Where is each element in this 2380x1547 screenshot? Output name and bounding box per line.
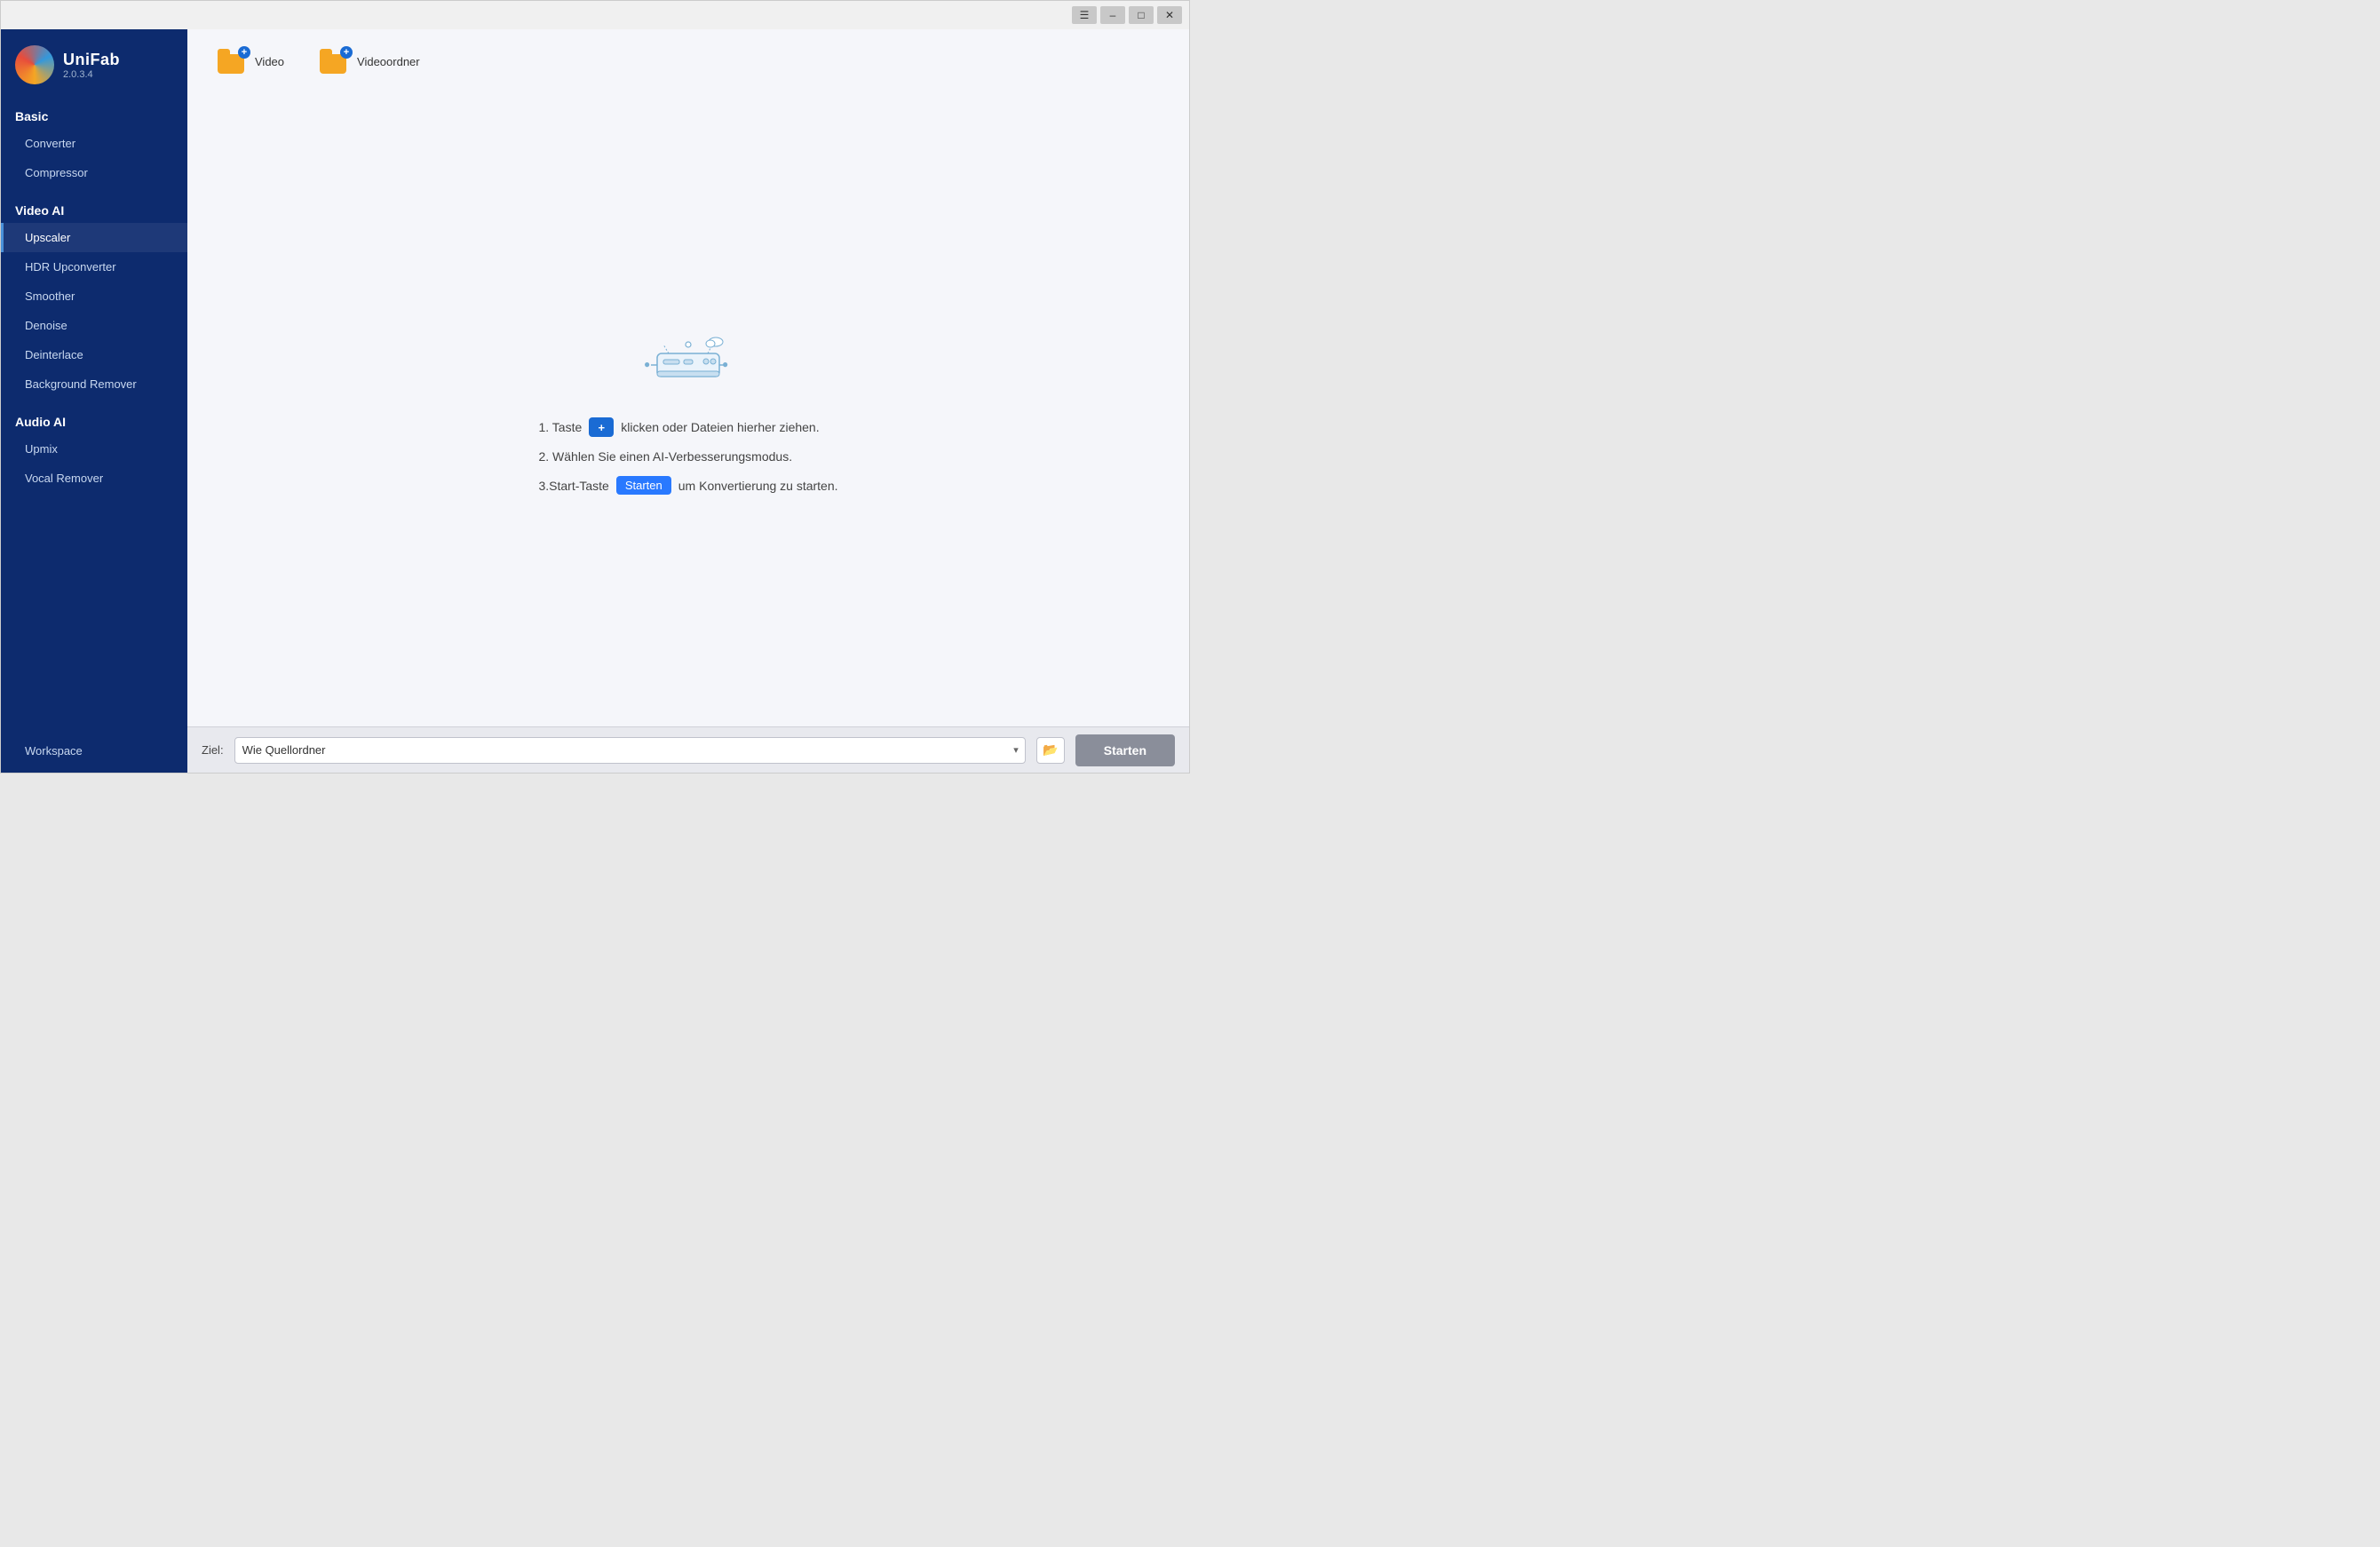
- app-logo: UniFab 2.0.3.4: [1, 29, 187, 100]
- folder-open-icon: 📂: [1043, 742, 1058, 758]
- section-basic: Basic: [1, 100, 187, 129]
- open-folder-button[interactable]: 📂: [1036, 737, 1065, 764]
- logo-icon: [15, 45, 54, 84]
- instruction-step2: 2. Wählen Sie einen AI-Verbesserungsmodu…: [538, 449, 837, 464]
- add-video-button[interactable]: + Video: [205, 42, 297, 81]
- start-badge: Starten: [616, 476, 671, 495]
- sidebar-item-deinterlace[interactable]: Deinterlace: [1, 340, 187, 369]
- svg-text:●: ●: [722, 358, 728, 370]
- sidebar-item-workspace[interactable]: Workspace: [1, 736, 187, 766]
- add-video-label: Video: [255, 55, 284, 68]
- instruction-step3: 3.Start-Taste Starten um Konvertierung z…: [538, 476, 837, 495]
- instructions: 1. Taste + klicken oder Dateien hierher …: [538, 417, 837, 495]
- sidebar: UniFab 2.0.3.4 Basic Converter Compresso…: [1, 29, 187, 773]
- section-video-ai: Video AI: [1, 194, 187, 223]
- close-button[interactable]: ✕: [1157, 6, 1182, 24]
- sidebar-item-hdr-upconverter[interactable]: HDR Upconverter: [1, 252, 187, 282]
- step3-text: 3.Start-Taste: [538, 479, 608, 493]
- sidebar-item-converter[interactable]: Converter: [1, 129, 187, 158]
- instruction-step1: 1. Taste + klicken oder Dateien hierher …: [538, 417, 837, 437]
- add-folder-label: Videoordner: [357, 55, 420, 68]
- sidebar-item-smoother[interactable]: Smoother: [1, 282, 187, 311]
- sidebar-item-upscaler[interactable]: Upscaler: [1, 223, 187, 252]
- step3-suffix: um Konvertierung zu starten.: [678, 479, 838, 493]
- add-folder-button[interactable]: + Videoordner: [307, 42, 432, 81]
- toolbar: + Video + Videoordner: [187, 29, 1189, 93]
- step2-text: 2. Wählen Sie einen AI-Verbesserungsmodu…: [538, 449, 792, 464]
- sidebar-item-compressor[interactable]: Compressor: [1, 158, 187, 187]
- start-button[interactable]: Starten: [1075, 734, 1175, 766]
- sidebar-item-denoise[interactable]: Denoise: [1, 311, 187, 340]
- step1-suffix: klicken oder Dateien hierher ziehen.: [621, 420, 819, 434]
- svg-text:●: ●: [644, 358, 650, 370]
- menu-button[interactable]: ☰: [1072, 6, 1097, 24]
- video-folder-icon2: +: [320, 49, 350, 74]
- titlebar: ☰ – □ ✕: [1, 1, 1189, 29]
- app-version: 2.0.3.4: [63, 69, 120, 80]
- step1-text: 1. Taste: [538, 420, 582, 434]
- drop-illustration: ● ●: [635, 325, 742, 396]
- sidebar-item-vocal-remover[interactable]: Vocal Remover: [1, 464, 187, 493]
- minimize-button[interactable]: –: [1100, 6, 1125, 24]
- drop-area[interactable]: ● ● 1. Taste + klicken oder Dateien hier…: [187, 93, 1189, 726]
- sidebar-item-background-remover[interactable]: Background Remover: [1, 369, 187, 399]
- app-name: UniFab: [63, 51, 120, 69]
- add-icon: +: [589, 417, 614, 437]
- ziel-label: Ziel:: [202, 743, 224, 757]
- video-folder-icon: +: [218, 49, 248, 74]
- section-audio-ai: Audio AI: [1, 406, 187, 434]
- path-select[interactable]: Wie Quellordner: [234, 737, 1026, 764]
- bottombar: Ziel: Wie Quellordner 📂 Starten: [187, 726, 1189, 773]
- path-select-wrap: Wie Quellordner: [234, 737, 1026, 764]
- content-area: + Video + Videoordner: [187, 29, 1189, 773]
- sidebar-item-upmix[interactable]: Upmix: [1, 434, 187, 464]
- restore-button[interactable]: □: [1129, 6, 1154, 24]
